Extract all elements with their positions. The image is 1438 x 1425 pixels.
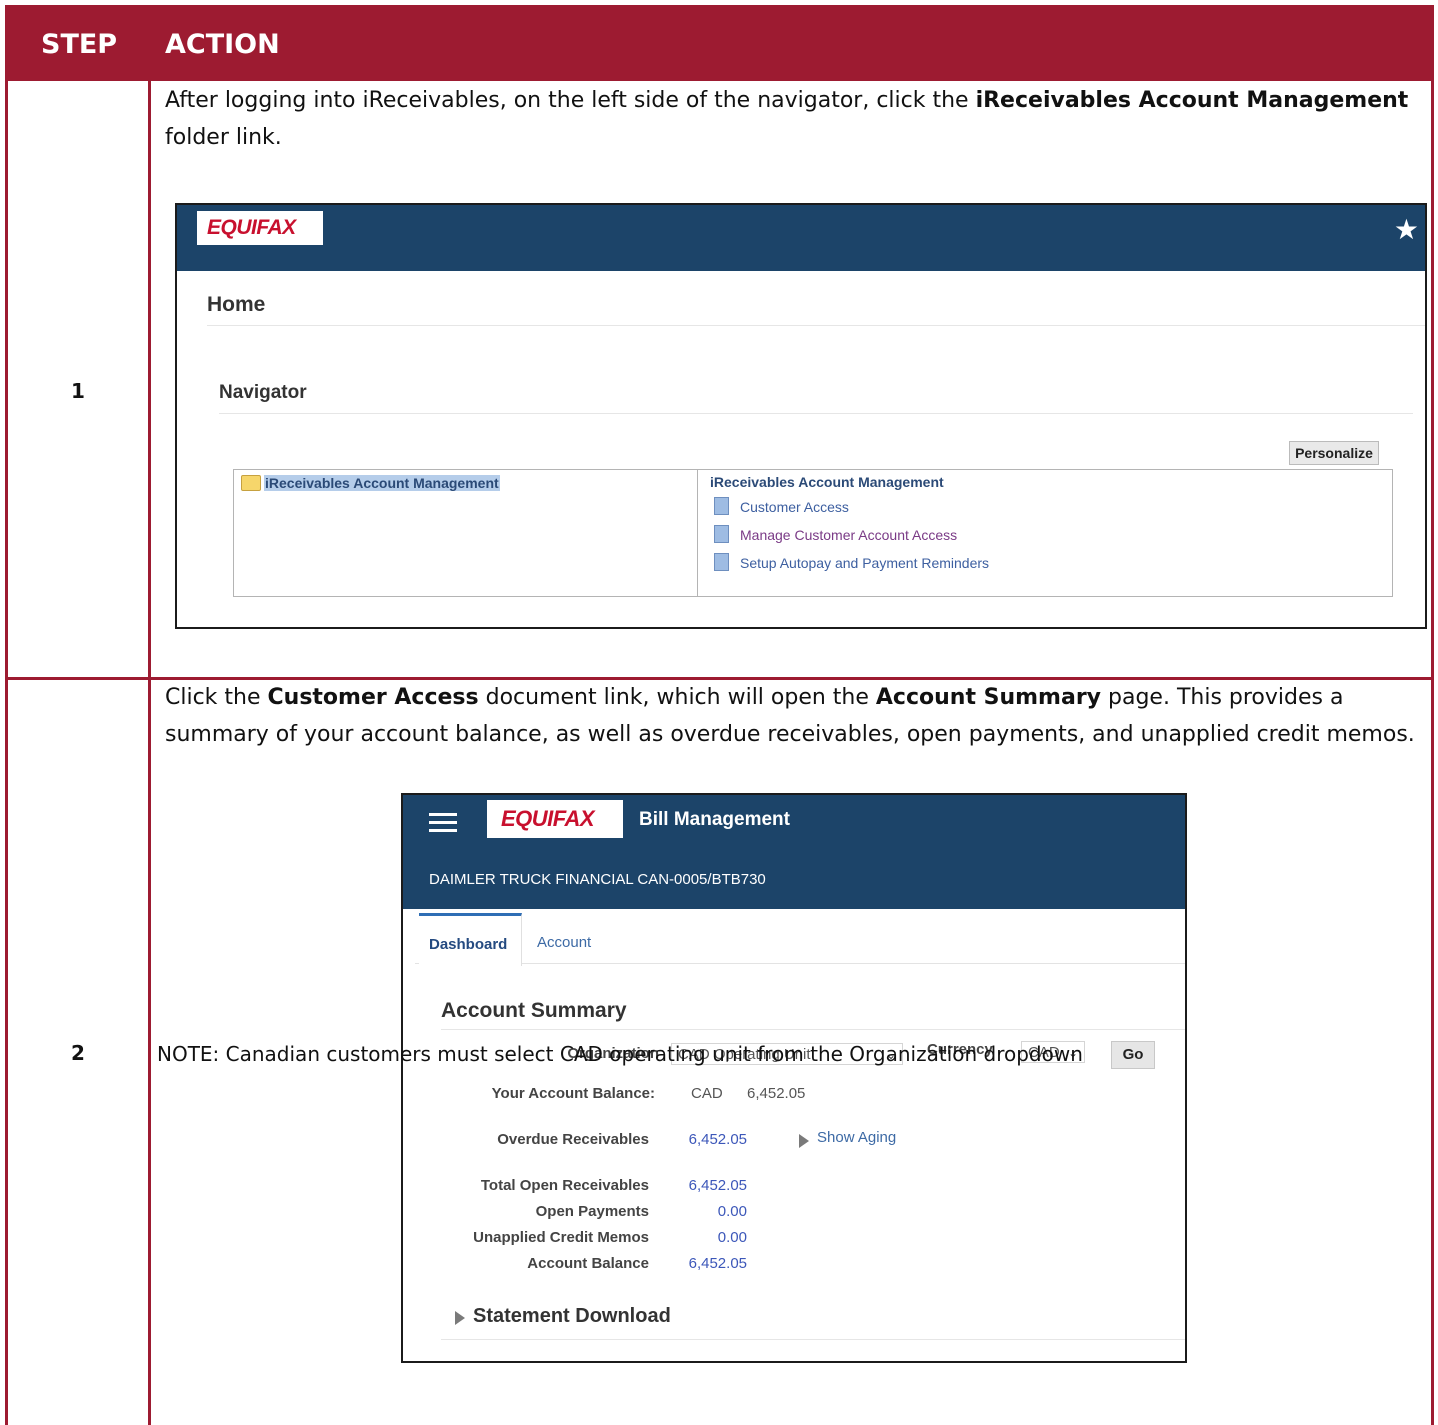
- divider: [441, 1339, 1185, 1340]
- divider: [441, 1029, 1185, 1030]
- manage-customer-account-access-link[interactable]: Manage Customer Account Access: [740, 527, 957, 543]
- summary-label: Account Balance: [527, 1255, 649, 1272]
- table-header: STEP ACTION: [5, 5, 1434, 81]
- your-account-balance-label: Your Account Balance:: [491, 1085, 655, 1102]
- home-title: Home: [207, 293, 266, 316]
- equifax-logo: EQUIFAX: [197, 211, 323, 245]
- summary-value[interactable]: 6,452.05: [655, 1255, 747, 1272]
- setup-autopay-link[interactable]: Setup Autopay and Payment Reminders: [740, 555, 989, 571]
- app-title: Bill Management: [639, 809, 790, 830]
- ireceivables-folder-link[interactable]: iReceivables Account Management: [264, 475, 500, 491]
- account-summary-screenshot: EQUIFAX Bill Management DAIMLER TRUCK FI…: [401, 793, 1187, 1363]
- summary-label: Unapplied Credit Memos: [473, 1229, 649, 1246]
- go-button[interactable]: Go: [1111, 1041, 1155, 1069]
- instruction-table: STEP ACTION 1 After logging into iReceiv…: [5, 5, 1434, 1425]
- header-step: STEP: [41, 29, 118, 60]
- step-2-action-text: Click the Customer Access document link,…: [165, 685, 1415, 747]
- document-icon: [714, 497, 729, 515]
- account-summary-title: Account Summary: [441, 999, 627, 1022]
- tab-label: Dashboard: [429, 936, 508, 953]
- app-header-bar: EQUIFAX Bill Management DAIMLER TRUCK FI…: [403, 795, 1185, 909]
- document-icon: [714, 553, 729, 571]
- customer-name: DAIMLER TRUCK FINANCIAL CAN-0005/BTB730: [429, 871, 766, 888]
- table-right-border: [1431, 5, 1434, 1425]
- tab-dashboard[interactable]: Dashboard: [419, 913, 522, 966]
- statement-download-section[interactable]: Statement Download: [473, 1305, 671, 1328]
- summary-value[interactable]: 0.00: [655, 1229, 747, 1246]
- expand-arrow-icon[interactable]: [455, 1311, 465, 1325]
- balance-value: 6,452.05: [747, 1085, 806, 1102]
- step-number: 1: [71, 379, 85, 403]
- right-pane-title: iReceivables Account Management: [710, 474, 944, 490]
- header-action: ACTION: [165, 29, 280, 60]
- summary-value[interactable]: 6,452.05: [655, 1177, 747, 1194]
- note-text: NOTE: Canadian customers must select CAD…: [157, 1042, 1083, 1066]
- divider: [207, 325, 1425, 326]
- menu-icon[interactable]: [429, 813, 457, 833]
- table-left-border: [5, 5, 8, 1425]
- panel-divider: [697, 470, 698, 596]
- table-column-divider: [148, 5, 151, 1425]
- overdue-receivables-label: Overdue Receivables: [497, 1131, 649, 1148]
- navigator-title: Navigator: [219, 382, 307, 403]
- overdue-receivables-value[interactable]: 6,452.05: [655, 1131, 747, 1148]
- tab-underline: [415, 963, 1185, 964]
- document-icon: [714, 525, 729, 543]
- tab-account[interactable]: Account: [537, 934, 591, 951]
- step-number: 2: [71, 1041, 85, 1065]
- navigator-panel: iReceivables Account Management iReceiva…: [233, 469, 1393, 597]
- customer-access-link[interactable]: Customer Access: [740, 499, 849, 515]
- step-1-action-text: After logging into iReceivables, on the …: [165, 88, 1409, 150]
- navigator-screenshot: EQUIFAX ★ Home Navigator Personalize iRe…: [175, 203, 1427, 629]
- balance-currency: CAD: [691, 1085, 723, 1102]
- personalize-button[interactable]: Personalize: [1289, 441, 1379, 465]
- star-icon[interactable]: ★: [1394, 213, 1419, 246]
- equifax-logo: EQUIFAX: [487, 800, 623, 838]
- divider: [219, 413, 1413, 414]
- show-aging-link[interactable]: Show Aging: [817, 1129, 896, 1146]
- app-header-bar: EQUIFAX ★: [177, 205, 1425, 271]
- summary-label: Open Payments: [535, 1203, 649, 1220]
- summary-label: Total Open Receivables: [480, 1177, 649, 1194]
- content-panel: Dashboard Account Account Summary Organi…: [415, 909, 1185, 1361]
- folder-icon: [241, 475, 261, 491]
- expand-arrow-icon[interactable]: [799, 1134, 809, 1148]
- summary-value[interactable]: 0.00: [655, 1203, 747, 1220]
